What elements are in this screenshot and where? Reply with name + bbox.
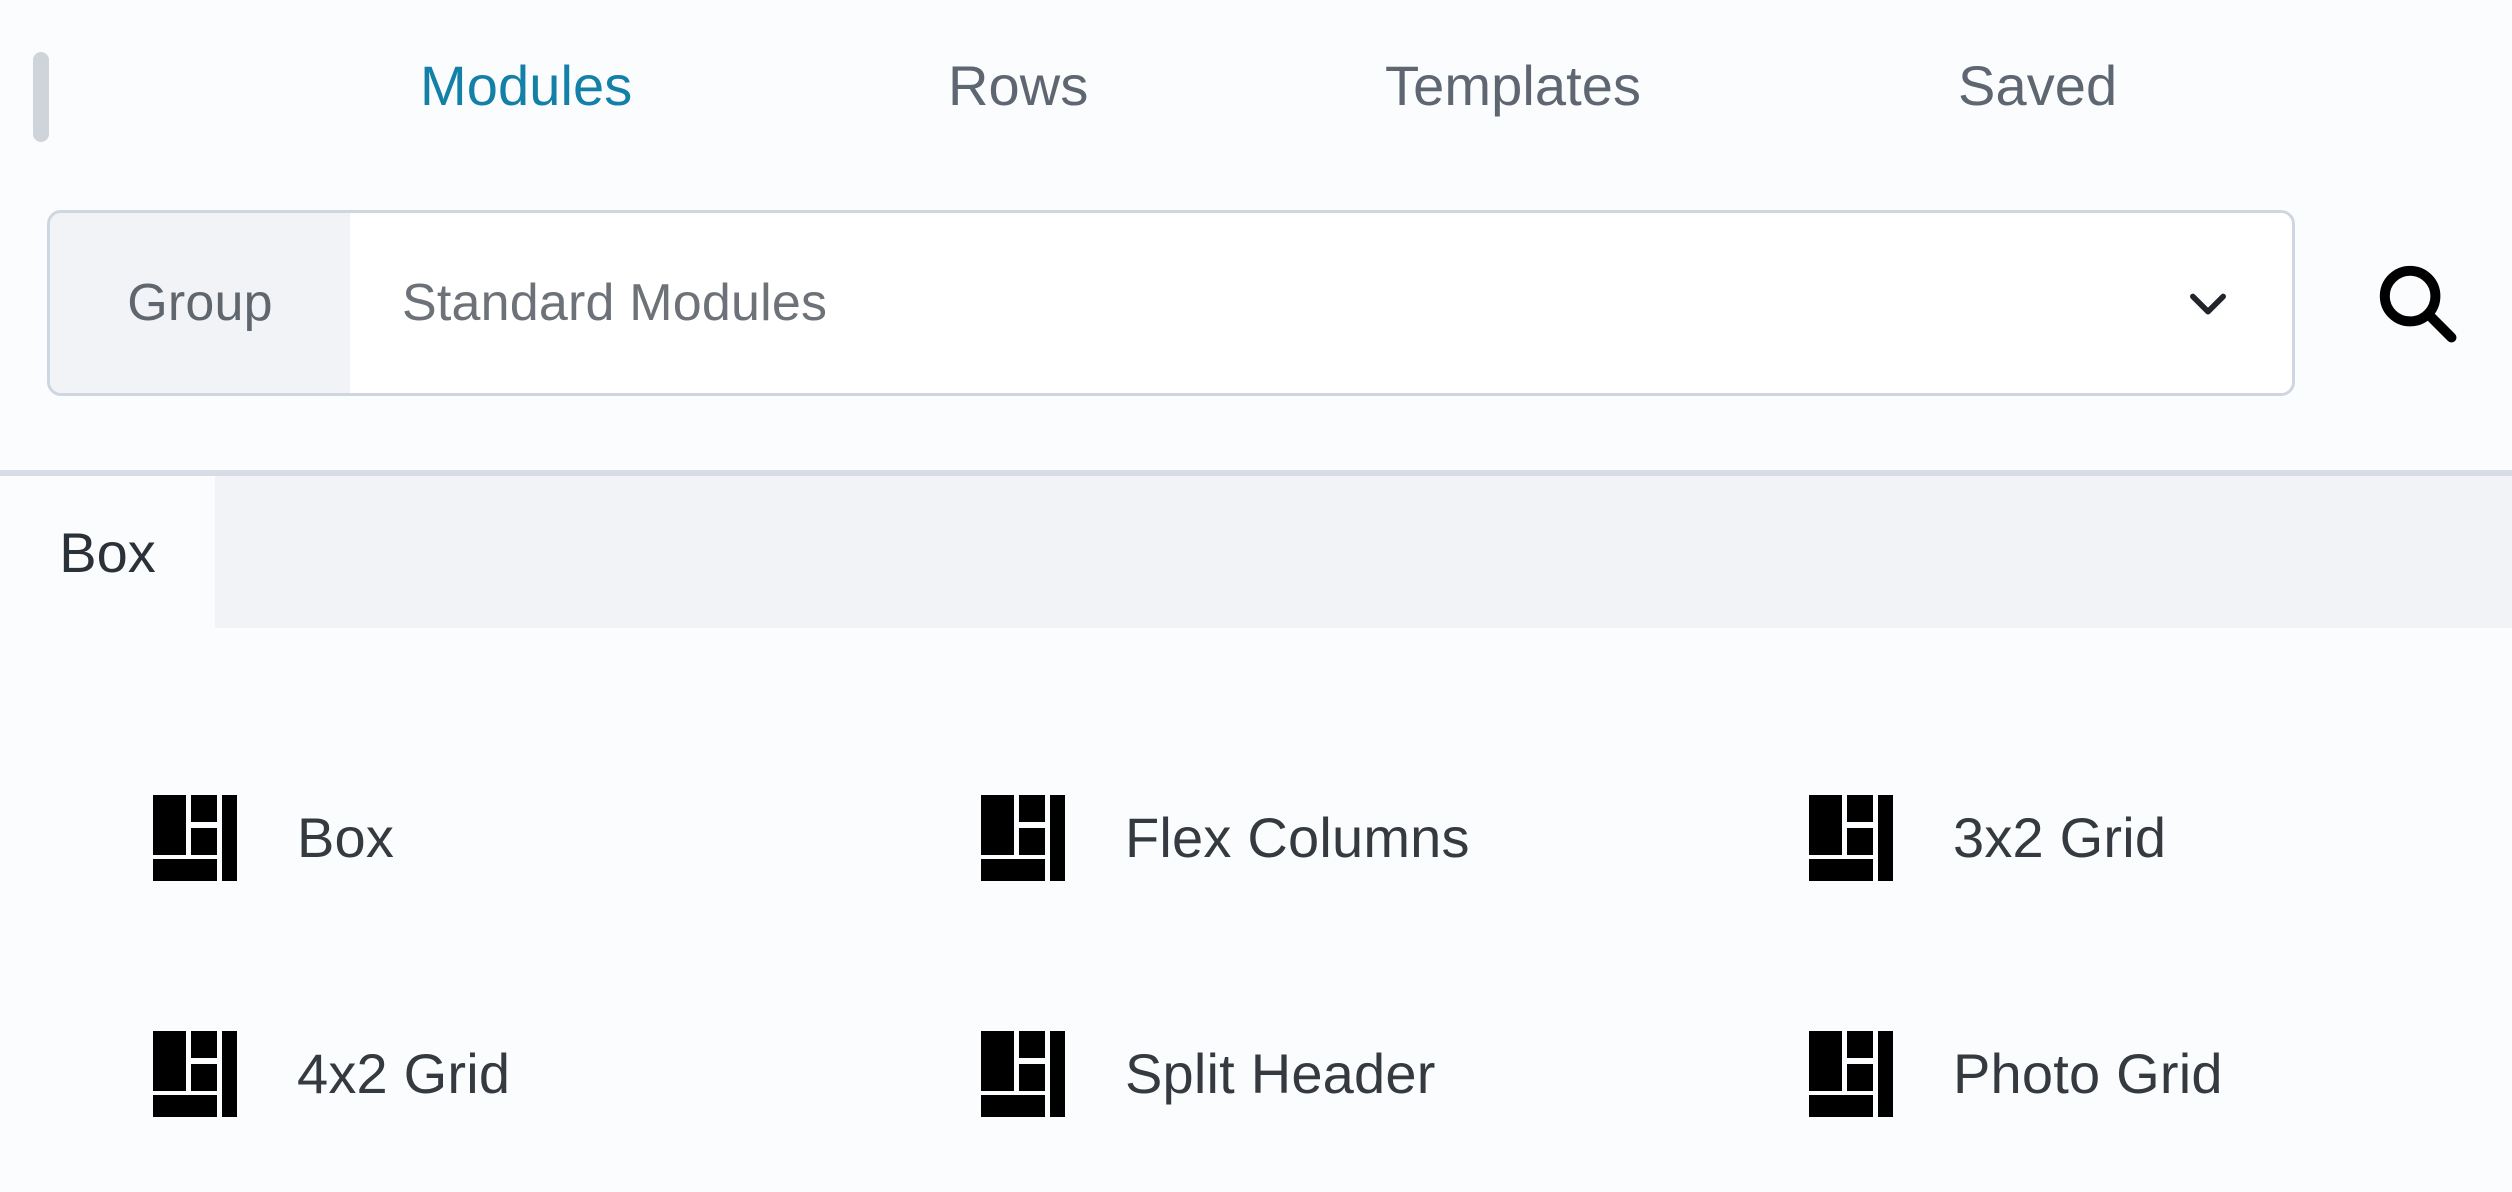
category-tab-box[interactable]: Box [0, 476, 215, 628]
module-label: Flex Columns [1125, 805, 1470, 869]
group-prefix-label: Group [50, 213, 350, 393]
module-item-4x2-grid[interactable]: 4x2 Grid [28, 956, 856, 1192]
module-item-flex-columns[interactable]: Flex Columns [856, 720, 1684, 956]
module-item-split-header[interactable]: Split Header [856, 956, 1684, 1192]
module-item-3x2-grid[interactable]: 3x2 Grid [1684, 720, 2512, 956]
tab-saved[interactable]: Saved [1958, 58, 2117, 114]
group-select[interactable]: Standard Modules [350, 213, 2292, 393]
module-label: Split Header [1125, 1041, 1436, 1105]
search-button[interactable] [2344, 210, 2490, 396]
module-item-photo-grid[interactable]: Photo Grid [1684, 956, 2512, 1192]
layout-grid-icon [1809, 1031, 1893, 1117]
category-tabbar: Box [0, 476, 2512, 628]
primary-tabbar: Modules Rows Templates Saved [0, 0, 2512, 178]
layout-grid-icon [981, 795, 1065, 881]
module-picker-panel: Modules Rows Templates Saved Group Stand… [0, 0, 2512, 1192]
group-select-input-group: Group Standard Modules [47, 210, 2295, 396]
module-label: Photo Grid [1953, 1041, 2223, 1105]
module-item-box[interactable]: Box [28, 720, 856, 956]
layout-grid-icon [153, 1031, 237, 1117]
tab-rows[interactable]: Rows [948, 58, 1088, 114]
tab-templates[interactable]: Templates [1385, 58, 1641, 114]
tab-modules[interactable]: Modules [420, 58, 632, 114]
layout-grid-icon [1809, 795, 1893, 881]
layout-grid-icon [153, 795, 237, 881]
layout-grid-icon [981, 1031, 1065, 1117]
module-list: Box Flex Columns 3x2 Grid 4x2 Grid Split… [0, 628, 2512, 1192]
group-select-value: Standard Modules [402, 274, 828, 332]
module-label: Box [297, 805, 395, 869]
chevron-down-icon[interactable] [2182, 277, 2234, 329]
search-icon [2371, 257, 2463, 349]
group-search-row: Group Standard Modules [0, 178, 2512, 468]
module-label: 4x2 Grid [297, 1041, 511, 1105]
module-label: 3x2 Grid [1953, 805, 2167, 869]
